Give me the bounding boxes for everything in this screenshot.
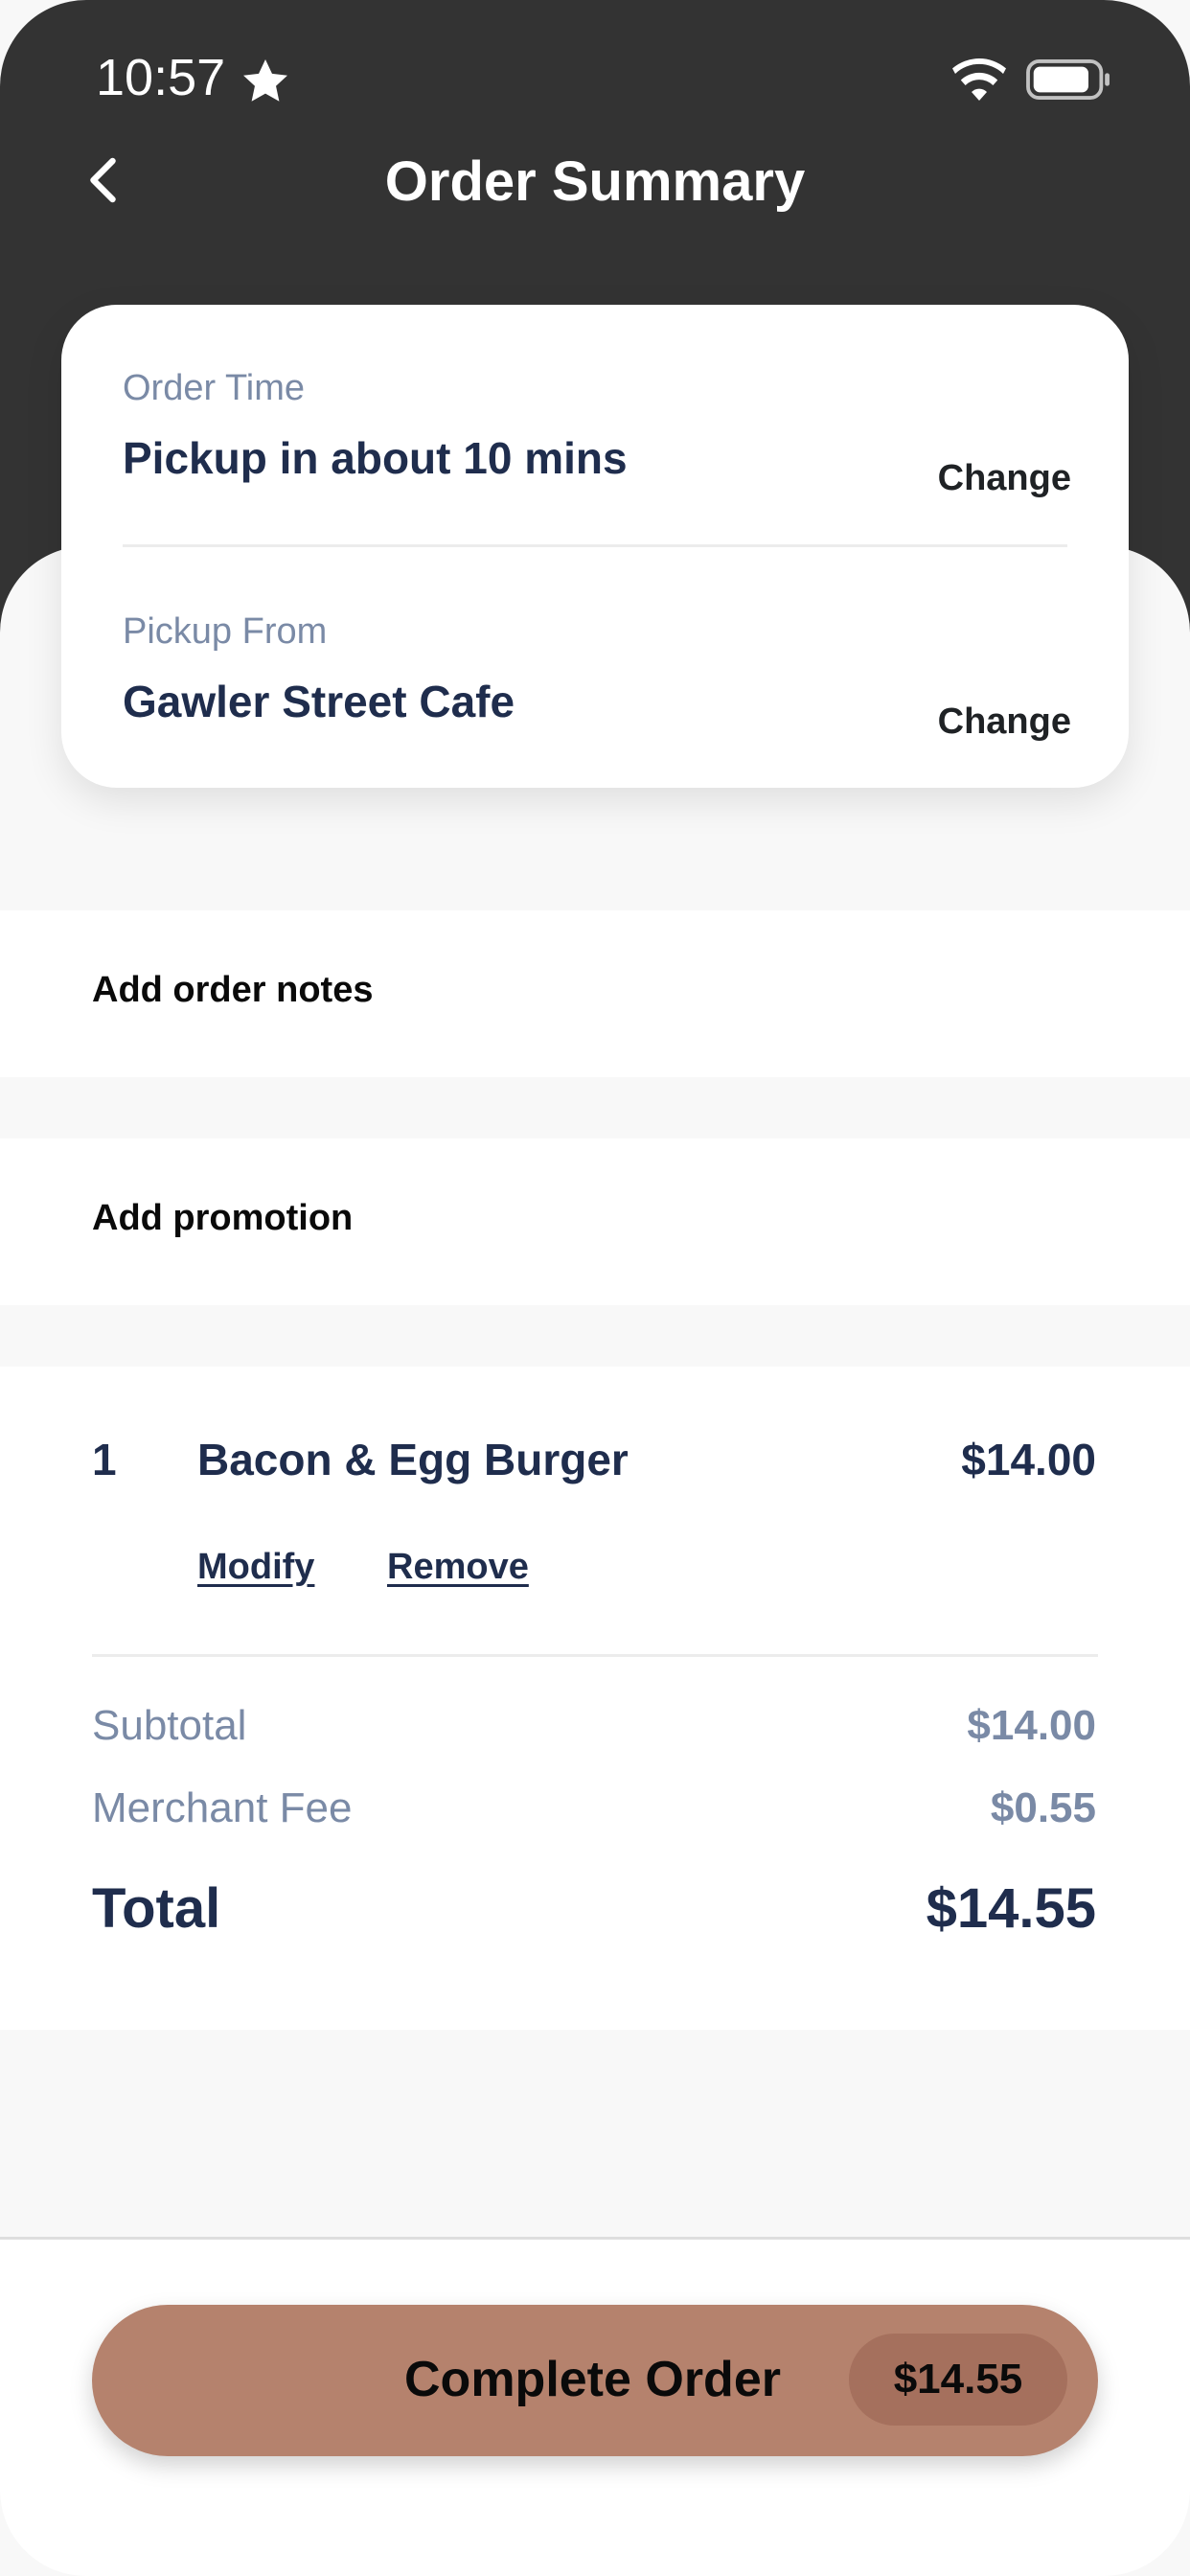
pickup-from-row: Pickup From Gawler Street Cafe Change: [123, 611, 1071, 742]
order-total-pill: $14.55: [849, 2334, 1067, 2426]
add-promotion-row[interactable]: Add promotion: [0, 1138, 1190, 1305]
add-promotion-label: Add promotion: [92, 1198, 354, 1238]
navigation-bar: Order Summary: [0, 134, 1190, 230]
status-time: 10:57: [96, 49, 226, 106]
item-price: $14.00: [961, 1435, 1096, 1484]
divider: [92, 1654, 1098, 1657]
status-bar: 10:57: [0, 0, 1190, 153]
order-time-value: Pickup in about 10 mins: [123, 433, 628, 483]
item-name: Bacon & Egg Burger: [197, 1435, 629, 1484]
pickup-from-value: Gawler Street Cafe: [123, 677, 515, 726]
complete-order-button[interactable]: Complete Order $14.55: [92, 2305, 1098, 2456]
remove-item-link[interactable]: Remove: [387, 1547, 529, 1588]
subtotal-row: Subtotal $14.00: [92, 1702, 1096, 1750]
merchant-fee-value: $0.55: [990, 1784, 1096, 1831]
item-quantity: 1: [92, 1435, 117, 1484]
star-icon: [243, 59, 287, 102]
order-time-label: Order Time: [123, 368, 306, 408]
complete-order-label: Complete Order: [404, 2352, 781, 2407]
page-title: Order Summary: [384, 150, 806, 213]
total-value: $14.55: [926, 1877, 1096, 1940]
subtotal-label: Subtotal: [92, 1702, 247, 1749]
add-order-notes-label: Add order notes: [92, 970, 374, 1010]
footer-bar: Complete Order $14.55: [0, 2237, 1190, 2576]
change-order-time-button[interactable]: Change: [938, 458, 1071, 499]
total-row: Total $14.55: [92, 1876, 1096, 1941]
add-order-notes-row[interactable]: Add order notes: [0, 910, 1190, 1077]
pickup-from-label: Pickup From: [123, 611, 328, 652]
battery-icon: [1026, 59, 1110, 100]
wifi-icon: [952, 58, 1006, 101]
app-screen: 10:57 Order Summary Order Time Pickup in…: [0, 0, 1190, 2576]
merchant-fee-label: Merchant Fee: [92, 1784, 353, 1831]
order-time-row: Order Time Pickup in about 10 mins Chang…: [123, 368, 1071, 498]
order-details-card: Order Time Pickup in about 10 mins Chang…: [61, 305, 1129, 788]
divider: [123, 544, 1067, 547]
order-items-section: 1 Bacon & Egg Burger $14.00 Modify Remov…: [0, 1367, 1190, 2030]
subtotal-value: $14.00: [967, 1702, 1096, 1749]
modify-item-link[interactable]: Modify: [197, 1547, 314, 1588]
merchant-fee-row: Merchant Fee $0.55: [92, 1784, 1096, 1832]
change-pickup-location-button[interactable]: Change: [938, 702, 1071, 743]
